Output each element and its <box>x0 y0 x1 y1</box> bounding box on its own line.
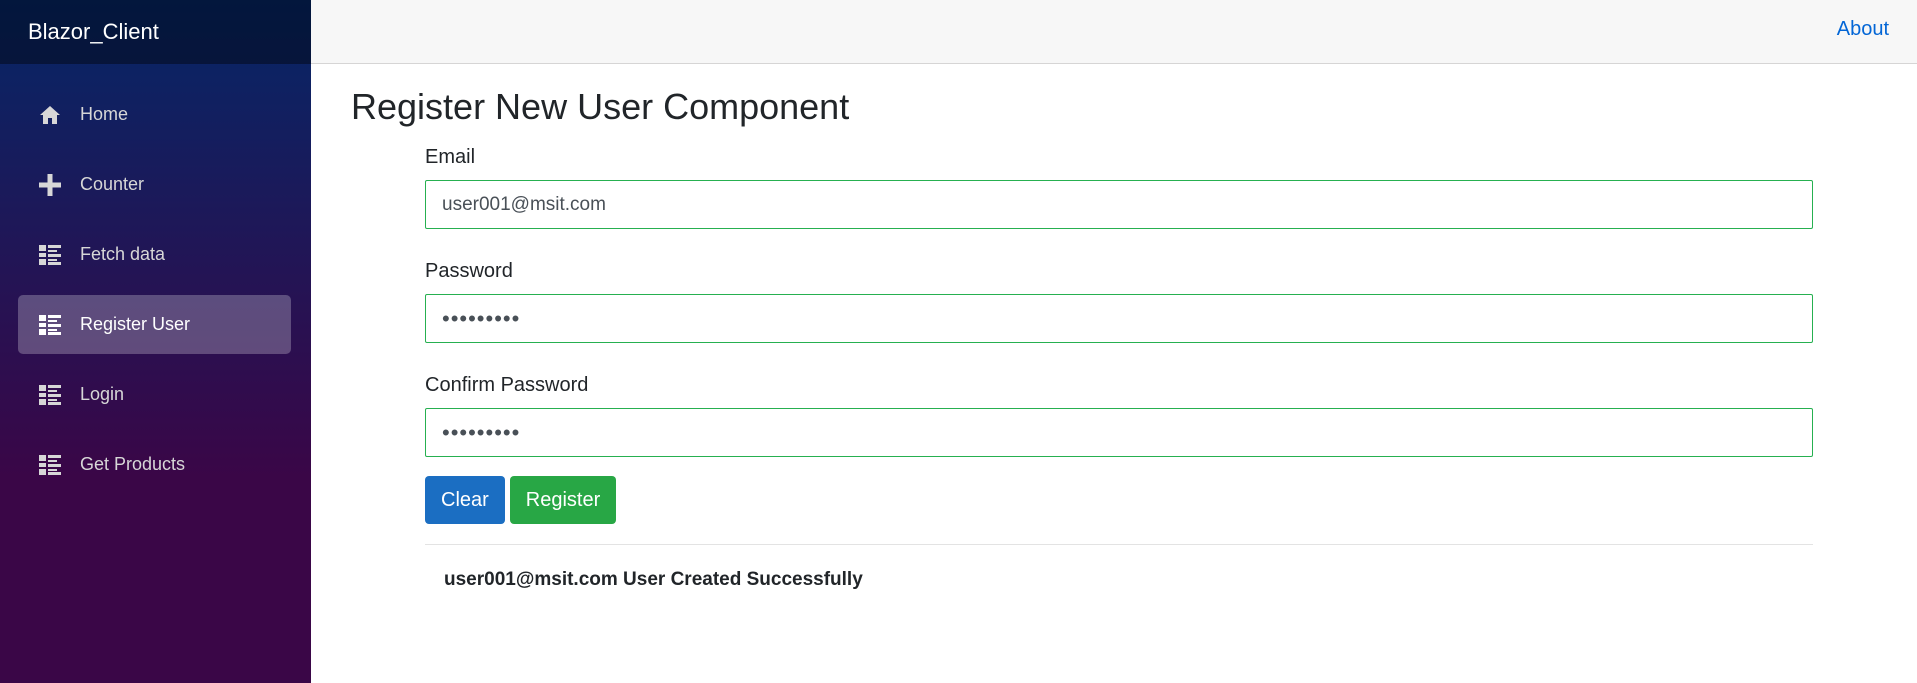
brand-title[interactable]: Blazor_Client <box>28 19 159 45</box>
main-content: Register New User Component Email Passwo… <box>311 64 1917 683</box>
sidebar-item-label: Register User <box>80 314 191 334</box>
register-form: Email Password Confirm Password Clear Re… <box>425 144 1813 591</box>
home-icon <box>38 103 62 127</box>
list-icon <box>38 243 62 267</box>
sidebar-item-label: Counter <box>80 174 145 194</box>
about-link[interactable]: About <box>1837 18 1889 41</box>
sidebar-item-home[interactable]: Home <box>18 85 291 144</box>
sidebar-item-login[interactable]: Login <box>18 365 291 424</box>
sidebar-item-fetch-data[interactable]: Fetch data <box>18 225 291 284</box>
sidebar-item-label: Fetch data <box>80 244 166 264</box>
list-icon <box>38 383 62 407</box>
sidebar-item-label: Get Products <box>80 454 186 474</box>
password-field[interactable] <box>425 294 1813 343</box>
clear-button[interactable]: Clear <box>425 476 505 524</box>
plus-icon <box>38 173 62 197</box>
sidebar: Blazor_Client Home Counter Fetch data Re… <box>0 0 311 683</box>
sidebar-item-get-products[interactable]: Get Products <box>18 435 291 494</box>
sidebar-item-label: Login <box>80 384 125 404</box>
sidebar-item-label: Home <box>80 104 129 124</box>
sidebar-item-counter[interactable]: Counter <box>18 155 291 214</box>
email-label: Email <box>425 146 476 168</box>
confirm-password-field[interactable] <box>425 408 1813 457</box>
form-buttons: Clear Register <box>425 476 1813 524</box>
brand-bar: Blazor_Client <box>0 0 311 64</box>
password-label: Password <box>425 260 513 282</box>
sidebar-item-register-user[interactable]: Register User <box>18 295 291 354</box>
success-message: user001@msit.com User Created Successful… <box>444 569 863 590</box>
list-icon <box>38 453 62 477</box>
page-title: Register New User Component <box>351 86 850 127</box>
confirm-password-label: Confirm Password <box>425 374 589 396</box>
top-bar: About <box>311 0 1917 64</box>
email-field[interactable] <box>425 180 1813 229</box>
list-icon <box>38 313 62 337</box>
register-button[interactable]: Register <box>509 476 617 524</box>
